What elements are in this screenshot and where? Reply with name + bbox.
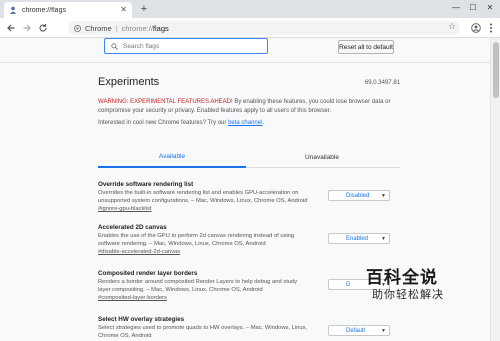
warning-label: WARNING: EXPERIMENTAL FEATURES AHEAD! bbox=[98, 99, 233, 105]
tab-close-icon[interactable]: ✕ bbox=[120, 6, 127, 14]
browser-tab[interactable]: chrome://flags ✕ bbox=[4, 2, 132, 18]
experiment-link[interactable]: #composited-layer-borders bbox=[98, 295, 400, 301]
chevron-down-icon: ▼ bbox=[381, 328, 386, 334]
experiment-item: Composited render layer borders Renders … bbox=[98, 270, 400, 301]
experiment-name: Accelerated 2D canvas bbox=[98, 224, 167, 231]
watermark-title: 百科全说 bbox=[366, 268, 438, 288]
chrome-logo-icon bbox=[74, 24, 81, 32]
experiment-description: Enables the use of the GPU to perform 2d… bbox=[98, 233, 295, 247]
search-icon bbox=[111, 42, 118, 50]
chevron-down-icon: ▼ bbox=[381, 236, 386, 242]
back-button[interactable] bbox=[5, 22, 17, 34]
experiment-description: Renders a border around composited Rende… bbox=[98, 279, 298, 293]
reload-button[interactable] bbox=[37, 22, 49, 34]
experiment-item: Select HW overlay strategies Select stra… bbox=[98, 316, 400, 340]
new-tab-button[interactable]: + bbox=[138, 3, 150, 15]
experiment-select-value: Enabled bbox=[346, 235, 369, 242]
experiment-item: Override software rendering list Overrid… bbox=[98, 181, 400, 212]
interest-end: . bbox=[262, 120, 265, 126]
beta-channel-link[interactable]: beta channel bbox=[228, 120, 262, 126]
experiment-select-value: Default bbox=[346, 327, 366, 334]
experiment-select-value: D bbox=[346, 281, 351, 288]
bookmark-star-icon[interactable]: ☆ bbox=[448, 21, 456, 32]
flags-favicon-icon bbox=[9, 6, 17, 14]
origin-label: Chrome bbox=[85, 23, 112, 33]
tab-strip: chrome://flags ✕ + — ☐ ✕ bbox=[0, 0, 500, 18]
experiment-name: Override software rendering list bbox=[98, 181, 194, 188]
url-scheme: chrome:// bbox=[121, 23, 153, 33]
maximize-button[interactable]: ☐ bbox=[465, 2, 481, 14]
omnibox-separator: | bbox=[115, 23, 118, 33]
experiment-select[interactable]: Enabled ▼ bbox=[328, 233, 390, 244]
search-bar bbox=[104, 38, 268, 54]
experiment-name: Select HW overlay strategies bbox=[98, 316, 185, 323]
address-bar[interactable]: Chrome | chrome://flags bbox=[68, 21, 460, 35]
scrollbar-thumb[interactable] bbox=[493, 42, 499, 98]
experiment-description: Overrides the built-in software renderin… bbox=[98, 190, 308, 204]
experiment-name: Composited render layer borders bbox=[98, 270, 198, 277]
experiment-link[interactable]: #ignore-gpu-blacklist bbox=[98, 206, 400, 212]
watermark-subtitle: 助你轻松解决 bbox=[372, 288, 444, 301]
experiment-description: Select strategies used to promote quads … bbox=[98, 325, 308, 339]
tab-available[interactable]: Available bbox=[98, 146, 246, 168]
browser-toolbar: Chrome | chrome://flags ☆ bbox=[0, 18, 500, 38]
account-icon bbox=[471, 23, 481, 33]
version-label: 69.0.3497.81 bbox=[364, 80, 400, 86]
experiment-select[interactable]: Disabled ▼ bbox=[328, 190, 390, 201]
close-window-button[interactable]: ✕ bbox=[482, 2, 498, 14]
menu-button[interactable] bbox=[485, 22, 497, 34]
more-vert-icon bbox=[490, 23, 492, 33]
reload-icon bbox=[39, 24, 47, 32]
experiment-select[interactable]: Default ▼ bbox=[328, 325, 390, 336]
watermark: 百科全说 助你轻松解决 bbox=[366, 268, 478, 310]
url-path: flags bbox=[152, 23, 169, 33]
minimize-button[interactable]: — bbox=[448, 2, 464, 14]
search-field[interactable] bbox=[104, 38, 268, 54]
back-arrow-icon bbox=[7, 24, 15, 32]
flags-tabs: Available Unavailable bbox=[98, 146, 400, 168]
experiment-select-value: Disabled bbox=[346, 192, 370, 199]
tab-title: chrome://flags bbox=[22, 6, 66, 14]
interest-text: Interested in cool new Chrome features? … bbox=[98, 120, 229, 126]
page-scrollbar[interactable] bbox=[490, 38, 500, 341]
experiment-link[interactable]: #disable-accelerated-2d-canvas bbox=[98, 249, 400, 255]
forward-arrow-icon bbox=[23, 24, 31, 32]
page-title: Experiments bbox=[98, 76, 160, 88]
chevron-down-icon: ▼ bbox=[381, 193, 386, 199]
beta-channel-note: Interested in cool new Chrome features? … bbox=[98, 120, 264, 126]
forward-button[interactable] bbox=[21, 22, 33, 34]
warning-message: WARNING: EXPERIMENTAL FEATURES AHEAD! By… bbox=[98, 98, 400, 115]
search-input[interactable] bbox=[123, 42, 263, 50]
tab-unavailable[interactable]: Unavailable bbox=[248, 146, 396, 168]
header-divider bbox=[0, 62, 490, 63]
reset-all-button[interactable]: Reset all to default bbox=[338, 40, 394, 54]
experiment-item: Accelerated 2D canvas Enables the use of… bbox=[98, 224, 400, 255]
profile-button[interactable] bbox=[470, 22, 482, 34]
